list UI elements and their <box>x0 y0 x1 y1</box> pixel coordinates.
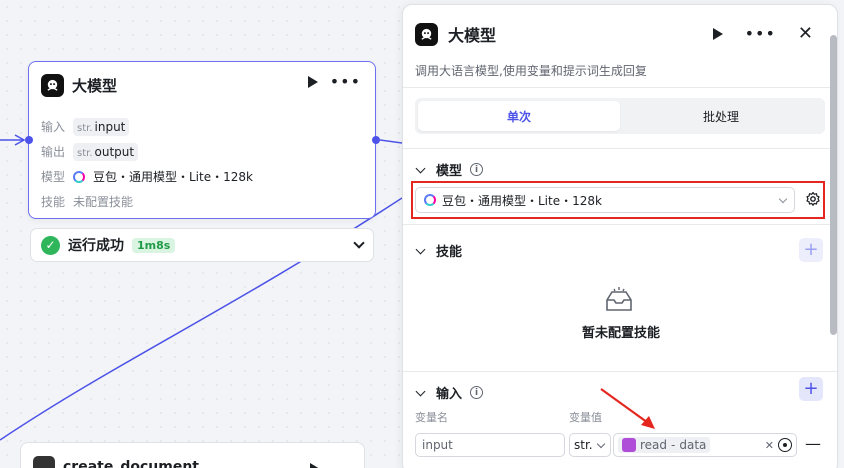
chevron-down-icon <box>415 163 426 173</box>
remove-input-icon[interactable]: — <box>805 436 821 452</box>
skill-value: 未配置技能 <box>73 195 134 209</box>
chevron-down-icon <box>415 244 426 254</box>
more-options-icon[interactable]: ••• <box>330 74 361 90</box>
add-skill-button[interactable]: + <box>799 238 823 262</box>
skills-section-title: 技能 <box>436 245 463 260</box>
info-icon[interactable]: i <box>470 386 484 399</box>
run-node-play-icon[interactable] <box>307 76 318 88</box>
model-label: 模型 <box>41 170 66 184</box>
input-label: 输入 <box>41 120 66 134</box>
node-config-panel: 大模型 ••• ✕ 调用大语言模型,使用变量和提示词生成回复 单次 批处理 模型… <box>402 4 838 468</box>
run-node2-play-icon[interactable] <box>310 463 320 468</box>
var-value-reference[interactable]: read - data ✕ <box>613 433 797 457</box>
doubao-model-icon <box>424 194 436 206</box>
panel-run-play-icon[interactable] <box>712 28 723 40</box>
var-value-column-label: 变量值 <box>569 411 602 424</box>
doubao-model-icon <box>73 170 85 183</box>
target-icon[interactable] <box>778 438 792 452</box>
skills-section-header[interactable]: 技能 <box>415 241 462 260</box>
create-document-node[interactable]: create_document <box>20 442 365 468</box>
panel-llm-logo-icon <box>415 22 438 46</box>
divider <box>403 371 837 372</box>
close-icon[interactable]: ✕ <box>798 25 813 43</box>
node-model-row: 模型 豆包・通用模型・Lite・128k <box>41 164 253 189</box>
panel-scrollbar[interactable] <box>830 35 837 335</box>
skill-label: 技能 <box>41 195 66 209</box>
node-ref-icon <box>622 438 636 452</box>
model-section-title: 模型 <box>436 164 463 179</box>
divider <box>403 87 837 88</box>
llm-node-card[interactable]: 大模型 ••• 输入 str. input 输出 str. output 模型 豆包… <box>28 61 376 219</box>
chevron-down-icon <box>778 194 788 203</box>
model-select-value: 豆包・通用模型・Lite・128k <box>442 193 602 208</box>
run-status-bar[interactable]: ✓ 运行成功 1m8s <box>30 228 374 262</box>
run-duration-badge: 1m8s <box>132 237 176 253</box>
node-title: 大模型 <box>72 77 118 95</box>
node-input-row: 输入 str. input <box>41 114 253 139</box>
var-name-column-label: 变量名 <box>415 411 448 424</box>
input-tag: str. input <box>73 117 130 136</box>
chevron-down-icon <box>415 386 426 396</box>
document-node-icon <box>33 456 55 468</box>
var-type-select[interactable]: str. <box>569 433 611 457</box>
var-name-input[interactable]: input <box>415 433 565 457</box>
gear-icon[interactable] <box>805 191 821 207</box>
run-status-text: 运行成功 <box>68 238 124 254</box>
node-output-port[interactable] <box>372 136 380 144</box>
node-skill-row: 技能 未配置技能 <box>41 189 253 214</box>
info-icon[interactable]: i <box>470 163 484 176</box>
node-input-port[interactable] <box>25 136 33 144</box>
chevron-down-icon <box>596 439 605 448</box>
skills-empty-text: 暂未配置技能 <box>581 326 660 341</box>
mode-tabs: 单次 批处理 <box>415 98 825 134</box>
model-select[interactable]: 豆包・通用模型・Lite・128k <box>415 187 795 213</box>
panel-description: 调用大语言模型,使用变量和提示词生成回复 <box>415 64 647 78</box>
divider <box>403 148 837 149</box>
node2-title: create_document <box>63 459 199 468</box>
reference-chip[interactable]: read - data <box>618 437 711 453</box>
empty-box-icon <box>606 287 632 311</box>
input-section-title: 输入 <box>436 387 463 402</box>
red-arrow-annotation <box>600 388 655 429</box>
panel-more-icon[interactable]: ••• <box>745 26 776 42</box>
tab-batch[interactable]: 批处理 <box>620 101 822 131</box>
chevron-down-icon[interactable] <box>353 237 365 249</box>
success-check-icon: ✓ <box>41 235 60 255</box>
divider <box>403 224 837 225</box>
clear-reference-icon[interactable]: ✕ <box>765 439 774 452</box>
model-value: 豆包・通用模型・Lite・128k <box>93 170 253 184</box>
panel-title: 大模型 <box>448 26 497 45</box>
input-section-header[interactable]: 输入 i <box>415 383 484 402</box>
output-label: 输出 <box>41 145 66 159</box>
llm-logo-icon <box>41 74 64 97</box>
tab-single[interactable]: 单次 <box>418 101 620 131</box>
add-input-button[interactable]: + <box>799 377 823 401</box>
model-section-header[interactable]: 模型 i <box>415 160 484 179</box>
node-output-row: 输出 str. output <box>41 139 253 164</box>
output-tag: str. output <box>73 142 139 161</box>
